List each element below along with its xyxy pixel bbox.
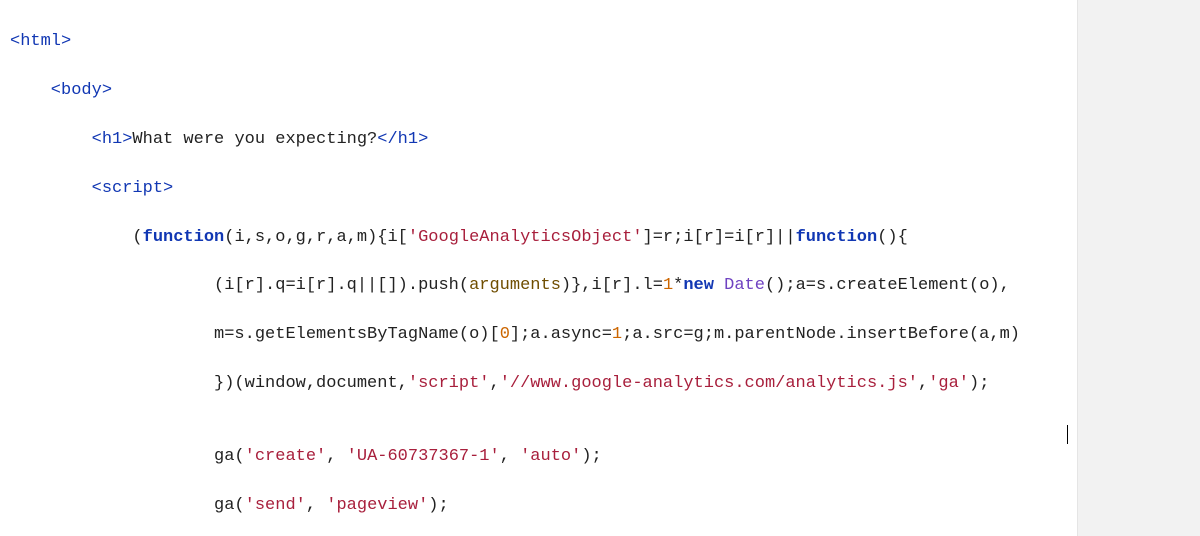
code-token: new <box>683 276 714 295</box>
code-token: arguments <box>469 276 561 295</box>
text-caret <box>1067 425 1068 444</box>
code-token: 1 <box>663 276 673 295</box>
code-token: function <box>143 228 225 247</box>
code-token: ); <box>581 447 601 466</box>
code-token: 'script' <box>408 374 490 393</box>
code-token: ( <box>10 228 143 247</box>
code-token: ); <box>428 496 448 515</box>
code-token: (i[r].q=i[r].q||[]).push( <box>10 276 469 295</box>
code-token: * <box>673 276 683 295</box>
code-token: 'pageview' <box>326 496 428 515</box>
code-token: ;a.src=g;m.parentNode.insertBefore(a,m) <box>622 325 1020 344</box>
code-token: What were you expecting? <box>132 130 377 149</box>
code-token: , <box>918 374 928 393</box>
right-gutter <box>1077 0 1200 536</box>
code-token: 'GoogleAnalyticsObject' <box>408 228 643 247</box>
code-token: ];a.async= <box>510 325 612 344</box>
code-token: ]=r;i[r]=i[r]|| <box>643 228 796 247</box>
code-editor[interactable]: <html> <body> <h1>What were you expectin… <box>0 0 1077 536</box>
code-token: ();a=s.createElement(o), <box>765 276 1010 295</box>
code-token: <h1> <box>10 130 132 149</box>
code-token: 0 <box>500 325 510 344</box>
code-token: 'auto' <box>520 447 581 466</box>
code-token: , <box>306 496 326 515</box>
code-token: m=s.getElementsByTagName(o)[ <box>10 325 500 344</box>
code-token: (i,s,o,g,r,a,m){i[ <box>224 228 408 247</box>
code-token: 1 <box>612 325 622 344</box>
code-token: Date <box>724 276 765 295</box>
code-token: <body> <box>10 81 112 100</box>
code-token: 'create' <box>245 447 327 466</box>
code-token: <html> <box>10 32 71 51</box>
code-token: 'ga' <box>928 374 969 393</box>
code-token <box>714 276 724 295</box>
code-token: ga( <box>10 496 245 515</box>
code-token: , <box>326 447 346 466</box>
code-token: (){ <box>877 228 908 247</box>
code-token: 'send' <box>245 496 306 515</box>
code-token: '//www.google-analytics.com/analytics.js… <box>500 374 918 393</box>
code-token: 'UA-60737367-1' <box>347 447 500 466</box>
code-token: ); <box>969 374 989 393</box>
code-token: )},i[r].l= <box>561 276 663 295</box>
code-token: , <box>490 374 500 393</box>
code-token: })(window,document, <box>10 374 408 393</box>
code-token: ga( <box>10 447 245 466</box>
code-token: function <box>796 228 878 247</box>
code-token: </h1> <box>377 130 428 149</box>
code-token: <script> <box>10 179 173 198</box>
code-token: , <box>500 447 520 466</box>
